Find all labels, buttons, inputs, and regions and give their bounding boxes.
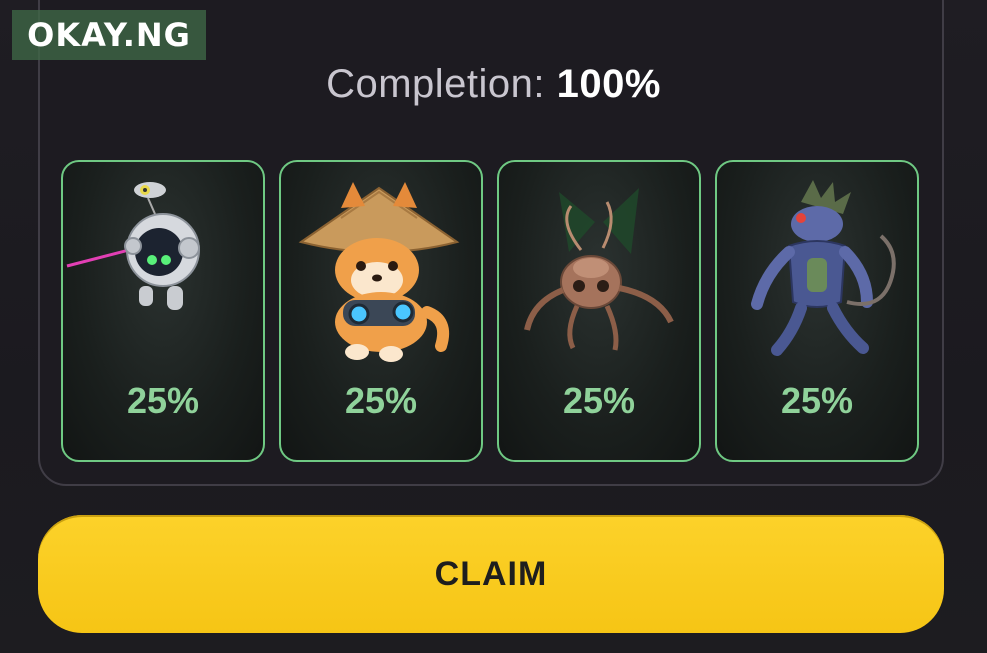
card-percentage: 25% xyxy=(780,380,854,421)
character-card-2[interactable]: 25% xyxy=(279,160,483,462)
character-card-4[interactable]: 25% xyxy=(715,160,919,462)
claim-button[interactable]: CLAIM xyxy=(38,515,944,633)
character-card-3[interactable]: 25% xyxy=(497,160,701,462)
watermark-logo: OKAY.NG xyxy=(12,10,206,60)
claim-screen: OKAY.NG Completion: 100% 25% 25% 25% 25%… xyxy=(0,0,987,653)
robot-drone-icon xyxy=(66,182,200,310)
insect-creature-icon xyxy=(524,188,674,351)
card-percentage: 25% xyxy=(562,380,636,421)
completion-value: 100% xyxy=(556,62,661,106)
card-percentage: 25% xyxy=(344,380,418,421)
card-percentage: 25% xyxy=(126,380,200,421)
character-card-1[interactable]: 25% xyxy=(61,160,265,462)
completion-label: Completion: xyxy=(326,62,545,106)
cyborg-rat-icon xyxy=(751,180,896,356)
shiba-dog-hat-icon xyxy=(298,182,460,362)
completion-text: Completion: 100% xyxy=(0,62,987,107)
